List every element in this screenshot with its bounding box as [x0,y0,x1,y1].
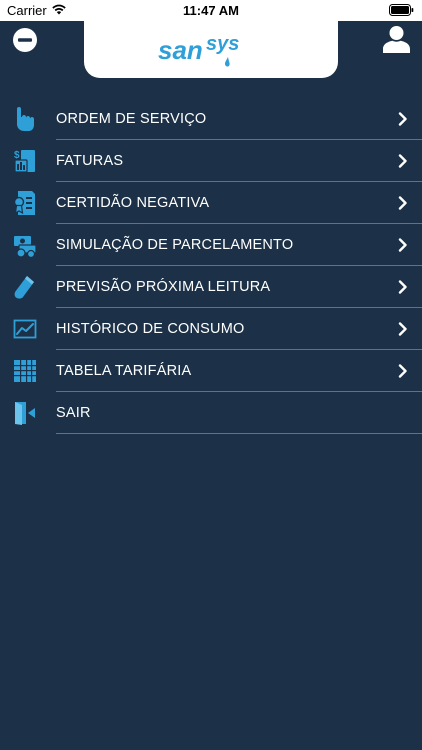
chevron-right-icon [398,280,407,294]
chevron-right-icon [398,154,407,168]
status-time: 11:47 AM [183,3,239,18]
sansys-logo: san sys [158,33,239,67]
invoice-icon: $ [14,150,35,173]
side-menu: ORDEM DE SERVIÇO $ FATURAS CERTIDÃO NEGA… [0,98,422,434]
certificate-icon [13,191,35,215]
menu-divider [56,433,422,434]
battery-icon [389,4,414,16]
menu-item-ordem-de-servico[interactable]: ORDEM DE SERVIÇO [0,98,422,140]
menu-item-tabela-tarifaria[interactable]: TABELA TARIFÁRIA [0,350,422,392]
menu-item-label: TABELA TARIFÁRIA [56,363,192,379]
hand-pointer-icon [17,107,34,131]
logo-card: san sys [84,21,338,78]
chevron-right-icon [398,112,407,126]
menu-item-certidao-negativa[interactable]: CERTIDÃO NEGATIVA [0,182,422,224]
chevron-right-icon [398,238,407,252]
exit-door-icon [15,402,35,425]
money-simulation-icon [14,236,37,258]
menu-item-faturas[interactable]: $ FATURAS [0,140,422,182]
app-screen: Carrier 11:47 AM san sys ORDEM DE SERVIÇ… [0,0,422,750]
menu-item-previsao-proxima-leitura[interactable]: PREVISÃO PRÓXIMA LEITURA [0,266,422,308]
minus-circle-icon[interactable] [12,27,38,53]
menu-item-label: ORDEM DE SERVIÇO [56,111,207,127]
chevron-right-icon [398,322,407,336]
pencil-reading-icon [14,276,34,299]
logo-text: san [158,35,203,65]
app-header: san sys [0,21,422,81]
menu-item-sair[interactable]: SAIR [0,392,422,434]
logo-text-sup: sys [206,33,239,55]
status-bar: Carrier 11:47 AM [0,0,422,21]
water-drop-icon [224,57,230,67]
menu-item-label: SAIR [56,405,91,421]
menu-item-label: FATURAS [56,153,124,169]
chevron-right-icon [398,196,407,210]
menu-item-label: HISTÓRICO DE CONSUMO [56,321,245,337]
user-icon[interactable] [383,25,410,53]
menu-item-historico-de-consumo[interactable]: HISTÓRICO DE CONSUMO [0,308,422,350]
table-grid-icon [14,360,36,382]
line-chart-icon [13,319,37,339]
menu-item-label: SIMULAÇÃO DE PARCELAMENTO [56,237,294,253]
menu-item-label: CERTIDÃO NEGATIVA [56,195,210,211]
chevron-right-icon [398,364,407,378]
menu-item-simulacao-de-parcelamento[interactable]: SIMULAÇÃO DE PARCELAMENTO [0,224,422,266]
svg-text:$: $ [14,150,20,161]
menu-item-label: PREVISÃO PRÓXIMA LEITURA [56,279,271,295]
